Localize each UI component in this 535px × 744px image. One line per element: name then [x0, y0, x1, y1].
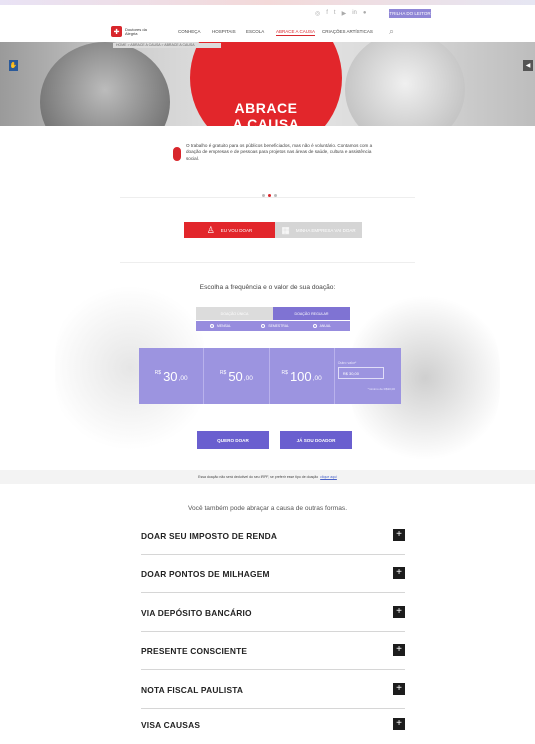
divider: [120, 197, 415, 198]
amount-cents: ,00: [312, 374, 322, 382]
audio-icon[interactable]: ◀: [523, 60, 533, 71]
plus-icon[interactable]: +: [393, 718, 405, 730]
currency-label: R$: [281, 370, 288, 376]
building-icon: ▦: [281, 224, 290, 235]
radio-label: SEMESTRAL: [268, 324, 289, 328]
currency-label: R$: [219, 370, 227, 376]
amount-cents: ,00: [243, 374, 253, 382]
accordion-label: VIA DEPÓSITO BANCÁRIO: [141, 608, 252, 618]
radio-label: MENSAL: [217, 324, 231, 328]
flickr-icon[interactable]: ●: [363, 10, 367, 17]
plus-icon[interactable]: +: [393, 567, 405, 579]
other-amount-minimum: *mínimo de R$30,00: [367, 387, 396, 391]
page-title: ABRACE A CAUSA: [232, 100, 300, 126]
logo[interactable]: ✚ Doutores da Alegria: [111, 26, 153, 37]
social-links: ◎ f t ▶ in ●: [315, 10, 367, 17]
donation-title: Escolha a frequência e o valor de sua do…: [199, 284, 336, 291]
logo-text: Doutores da Alegria: [125, 26, 147, 36]
linkedin-icon[interactable]: in: [352, 10, 357, 17]
accordion-label: NOTA FISCAL PAULISTA: [141, 685, 244, 695]
nav-item-conheca[interactable]: CONHEÇA: [178, 29, 201, 34]
currency-label: R$: [154, 370, 162, 376]
portal-button[interactable]: TRILHA DO LEITOR: [389, 9, 431, 18]
divider: [141, 669, 405, 670]
tax-note: Essa doação não será dedutível do seu IR…: [0, 470, 535, 484]
other-forms-title: Você também pode abraçar a causa de outr…: [187, 505, 348, 512]
amount-option-other: Outro valor* R$ 30,00 *mínimo de R$30,00: [334, 348, 402, 404]
accordion-item-visa-causas[interactable]: VISA CAUSAS +: [141, 706, 405, 744]
radio-label: ANUAL: [319, 324, 331, 328]
instagram-icon[interactable]: ◎: [315, 10, 320, 17]
tab-regular-donation[interactable]: DOAÇÃO REGULAR: [273, 307, 350, 320]
twitter-icon[interactable]: t: [334, 10, 336, 17]
accordion-item-nota-fiscal-paulista[interactable]: NOTA FISCAL PAULISTA +: [141, 671, 405, 709]
amount-value: 100: [289, 368, 312, 384]
amount-option-50[interactable]: R$ 50,00: [204, 348, 270, 404]
accordion-label: PRESENTE CONSCIENTE: [141, 646, 248, 656]
nav-item-criacoes-artisticas[interactable]: CRIAÇÕES ARTÍSTICAS: [322, 29, 373, 34]
dot-icon[interactable]: [268, 194, 271, 197]
amount-option-100[interactable]: R$ 100,00: [269, 348, 335, 404]
tax-note-text: Essa doação não será dedutível do seu IR…: [198, 475, 319, 479]
search-icon[interactable]: ⌕: [389, 26, 394, 37]
tab-label: MINHA EMPRESA VAI DOAR: [295, 227, 356, 233]
main-nav: [0, 22, 535, 43]
dot-icon[interactable]: [262, 194, 265, 197]
radio-semiannual[interactable]: SEMESTRAL: [247, 321, 298, 331]
already-donor-button[interactable]: JÁ SOU DOADOR: [280, 431, 352, 449]
hero-photo-clown: [40, 42, 170, 126]
hero-photo-baby: [345, 42, 465, 126]
user-icon: ♙: [206, 224, 215, 235]
logo-icon: ✚: [111, 26, 122, 37]
intro-text: O trabalho é gratuito para os públicos b…: [186, 143, 373, 161]
hero-banner: ABRACE A CAUSA: [0, 42, 535, 126]
divider: [120, 262, 415, 263]
other-amount-label: Outro valor*: [337, 361, 357, 365]
slider-dots[interactable]: [262, 194, 277, 197]
tab-company-will-donate[interactable]: ▦ MINHA EMPRESA VAI DOAR: [275, 222, 362, 238]
tax-note-link[interactable]: clique aqui: [320, 475, 337, 479]
accordion-item-imposto-de-renda[interactable]: DOAR SEU IMPOSTO DE RENDA +: [141, 517, 405, 555]
top-color-strip: [0, 0, 535, 5]
nav-item-hospitais[interactable]: HOSPITAIS: [212, 29, 236, 34]
plus-icon[interactable]: +: [393, 606, 405, 618]
tab-label: EU VOU DOAR: [220, 227, 253, 233]
radio-icon: [210, 324, 214, 328]
plus-icon[interactable]: +: [393, 644, 405, 656]
divider: [141, 592, 405, 593]
plus-icon[interactable]: +: [393, 683, 405, 695]
radio-monthly[interactable]: MENSAL: [196, 321, 247, 331]
nav-item-abrace-a-causa[interactable]: ABRACE A CAUSA: [276, 29, 316, 36]
accessibility-icon[interactable]: ✋: [9, 60, 18, 71]
donate-button[interactable]: QUERO DOAR: [197, 431, 269, 449]
amount-option-30[interactable]: R$ 30,00: [139, 348, 205, 404]
radio-icon: [312, 324, 317, 328]
youtube-icon[interactable]: ▶: [342, 10, 347, 17]
dot-icon[interactable]: [274, 194, 277, 197]
period-selector: MENSAL SEMESTRAL ANUAL: [196, 321, 350, 331]
tab-i-will-donate[interactable]: ♙ EU VOU DOAR: [184, 222, 275, 238]
amount-cents: ,00: [178, 374, 188, 382]
accordion-item-milhagem[interactable]: DOAR PONTOS DE MILHAGEM +: [141, 555, 405, 593]
tab-one-time-donation[interactable]: DOAÇÃO ÚNICA: [196, 307, 273, 320]
accordion-label: VISA CAUSAS: [141, 720, 201, 730]
radio-icon: [261, 324, 266, 328]
amount-options: R$ 30,00 R$ 50,00 R$ 100,00 Outro valor* R$…: [139, 348, 402, 404]
other-amount-input[interactable]: R$ 30,00: [337, 367, 384, 379]
intro-quote-icon: [173, 147, 181, 161]
plus-icon[interactable]: +: [393, 529, 405, 541]
nav-item-escola[interactable]: ESCOLA: [246, 29, 264, 34]
accordion-item-presente-consciente[interactable]: PRESENTE CONSCIENTE +: [141, 632, 405, 670]
amount-value: 50: [228, 368, 243, 384]
accordion-label: DOAR PONTOS DE MILHAGEM: [141, 569, 270, 579]
breadcrumb: HOME > ABRACE A CAUSA > ABRACE A CAUSA: [113, 43, 221, 48]
amount-value: 30: [163, 368, 178, 384]
facebook-icon[interactable]: f: [326, 10, 328, 17]
accordion-label: DOAR SEU IMPOSTO DE RENDA: [141, 531, 278, 541]
accordion-item-deposito-bancario[interactable]: VIA DEPÓSITO BANCÁRIO +: [141, 594, 405, 632]
radio-annual[interactable]: ANUAL: [299, 321, 350, 331]
